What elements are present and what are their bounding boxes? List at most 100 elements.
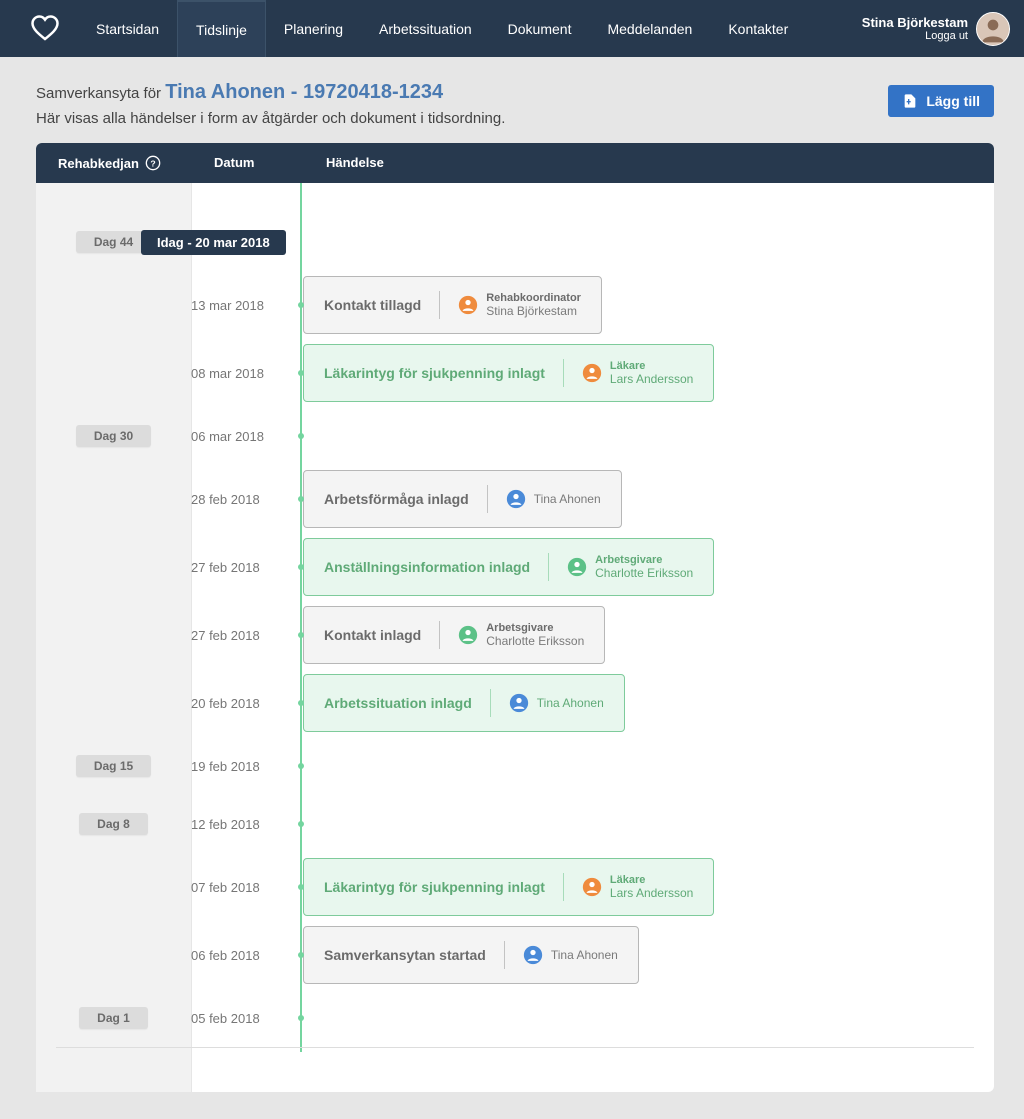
add-button-label: Lägg till	[926, 93, 980, 109]
timeline-row: 27 feb 2018 Anställningsinformation inla…	[36, 533, 994, 601]
card-divider	[548, 553, 549, 581]
col-event: Händelse	[326, 155, 994, 171]
card-divider	[563, 873, 564, 901]
nav-startsidan[interactable]: Startsidan	[78, 0, 177, 57]
timeline-row: 28 feb 2018 Arbetsförmåga inlagd Tina Ah…	[36, 465, 994, 533]
card-role: Rehabkoordinator	[486, 292, 581, 304]
svg-text:?: ?	[150, 158, 155, 168]
card-person: Lars Andersson	[610, 372, 693, 386]
timeline: Rehabkedjan ? Datum Händelse Dag 44 Idag…	[36, 143, 994, 1092]
timeline-dot	[298, 884, 304, 890]
timeline-row-marker: Dag 15 19 feb 2018	[36, 737, 994, 795]
day-chip: Dag 15	[76, 755, 151, 777]
timeline-date: 13 mar 2018	[191, 298, 303, 313]
card-title: Samverkansytan startad	[324, 947, 486, 963]
person-icon	[506, 489, 526, 509]
your-plan-section[interactable]: Din plan	[36, 1048, 994, 1092]
timeline-date: 19 feb 2018	[191, 759, 303, 774]
col-date: Datum	[214, 155, 326, 171]
app-logo[interactable]	[0, 0, 78, 57]
person-icon	[567, 557, 587, 577]
timeline-row: 06 feb 2018 Samverkansytan startad Tina …	[36, 921, 994, 989]
col-rehab-label: Rehabkedjan	[58, 156, 139, 171]
top-nav: Startsidan Tidslinje Planering Arbetssit…	[0, 0, 1024, 57]
event-card[interactable]: Kontakt tillagd RehabkoordinatorStina Bj…	[303, 276, 602, 334]
card-role: Läkare	[610, 360, 693, 372]
timeline-row: 07 feb 2018 Läkarintyg för sjukpenning i…	[36, 853, 994, 921]
user-block: Stina Björkestam Logga ut	[848, 0, 1024, 57]
card-who: Tina Ahonen	[509, 693, 604, 713]
day-chip: Dag 30	[76, 425, 151, 447]
add-icon	[902, 93, 918, 109]
timeline-date: 06 mar 2018	[191, 429, 303, 444]
heart-logo-icon	[30, 14, 60, 44]
timeline-row-today: Dag 44 Idag - 20 mar 2018	[36, 213, 994, 271]
timeline-dot	[298, 952, 304, 958]
card-who: Tina Ahonen	[523, 945, 618, 965]
col-rehab: Rehabkedjan ?	[36, 155, 214, 171]
timeline-date: 07 feb 2018	[191, 880, 303, 895]
today-chip: Idag - 20 mar 2018	[141, 230, 286, 255]
header-line1: Samverkansyta för Tina Ahonen - 19720418…	[36, 81, 888, 104]
card-title: Läkarintyg för sjukpenning inlagt	[324, 879, 545, 895]
card-who: LäkareLars Andersson	[582, 360, 693, 386]
timeline-footer-divider	[56, 1047, 974, 1048]
avatar[interactable]	[976, 12, 1010, 46]
person-icon	[458, 295, 478, 315]
nav-dokument[interactable]: Dokument	[490, 0, 590, 57]
card-person: Tina Ahonen	[537, 696, 604, 710]
person-icon	[458, 625, 478, 645]
timeline-row-marker: Dag 8 12 feb 2018	[36, 795, 994, 853]
card-divider	[487, 485, 488, 513]
event-card[interactable]: Kontakt inlagd ArbetsgivareCharlotte Eri…	[303, 606, 605, 664]
timeline-date: 08 mar 2018	[191, 366, 303, 381]
nav-meddelanden[interactable]: Meddelanden	[589, 0, 710, 57]
card-divider	[490, 689, 491, 717]
event-card[interactable]: Anställningsinformation inlagd Arbetsgiv…	[303, 538, 714, 596]
add-button[interactable]: Lägg till	[888, 85, 994, 117]
timeline-row-marker: Dag 30 06 mar 2018	[36, 407, 994, 465]
card-who: LäkareLars Andersson	[582, 874, 693, 900]
event-card[interactable]: Samverkansytan startad Tina Ahonen	[303, 926, 639, 984]
day-chip: Dag 8	[79, 813, 148, 835]
nav-tidslinje[interactable]: Tidslinje	[177, 0, 266, 57]
logout-link[interactable]: Logga ut	[862, 30, 968, 42]
timeline-date: 27 feb 2018	[191, 560, 303, 575]
day-chip: Dag 1	[79, 1007, 148, 1029]
person-icon	[509, 693, 529, 713]
plan-icon	[58, 1066, 100, 1092]
nav-kontakter[interactable]: Kontakter	[710, 0, 806, 57]
timeline-dot	[298, 763, 304, 769]
card-divider	[439, 291, 440, 319]
card-title: Arbetsförmåga inlagd	[324, 491, 469, 507]
card-who: Tina Ahonen	[506, 489, 601, 509]
card-role: Arbetsgivare	[595, 554, 693, 566]
card-role: Arbetsgivare	[486, 622, 584, 634]
page-header: Samverkansyta för Tina Ahonen - 19720418…	[36, 81, 994, 127]
card-person: Lars Andersson	[610, 886, 693, 900]
nav-arbetssituation[interactable]: Arbetssituation	[361, 0, 490, 57]
event-card[interactable]: Läkarintyg för sjukpenning inlagt Läkare…	[303, 858, 714, 916]
help-icon[interactable]: ?	[145, 155, 161, 171]
timeline-dot	[298, 496, 304, 502]
nav-planering[interactable]: Planering	[266, 0, 361, 57]
event-card[interactable]: Arbetsförmåga inlagd Tina Ahonen	[303, 470, 622, 528]
event-card[interactable]: Läkarintyg för sjukpenning inlagt Läkare…	[303, 344, 714, 402]
avatar-icon	[977, 12, 1009, 46]
card-person: Tina Ahonen	[534, 492, 601, 506]
person-icon	[582, 877, 602, 897]
card-divider	[504, 941, 505, 969]
card-person: Tina Ahonen	[551, 948, 618, 962]
card-person: Stina Björkestam	[486, 304, 581, 318]
timeline-row: 27 feb 2018 Kontakt inlagd ArbetsgivareC…	[36, 601, 994, 669]
card-title: Kontakt inlagd	[324, 627, 421, 643]
timeline-body: Dag 44 Idag - 20 mar 2018 13 mar 2018 Ko…	[36, 183, 994, 1092]
event-card[interactable]: Arbetssituation inlagd Tina Ahonen	[303, 674, 625, 732]
timeline-dot	[298, 564, 304, 570]
card-title: Anställningsinformation inlagd	[324, 559, 530, 575]
header-prefix: Samverkansyta för	[36, 85, 165, 102]
timeline-date: 06 feb 2018	[191, 948, 303, 963]
plan-title: Din plan	[112, 1071, 167, 1087]
day-chip: Dag 44	[76, 231, 151, 253]
timeline-date: 27 feb 2018	[191, 628, 303, 643]
